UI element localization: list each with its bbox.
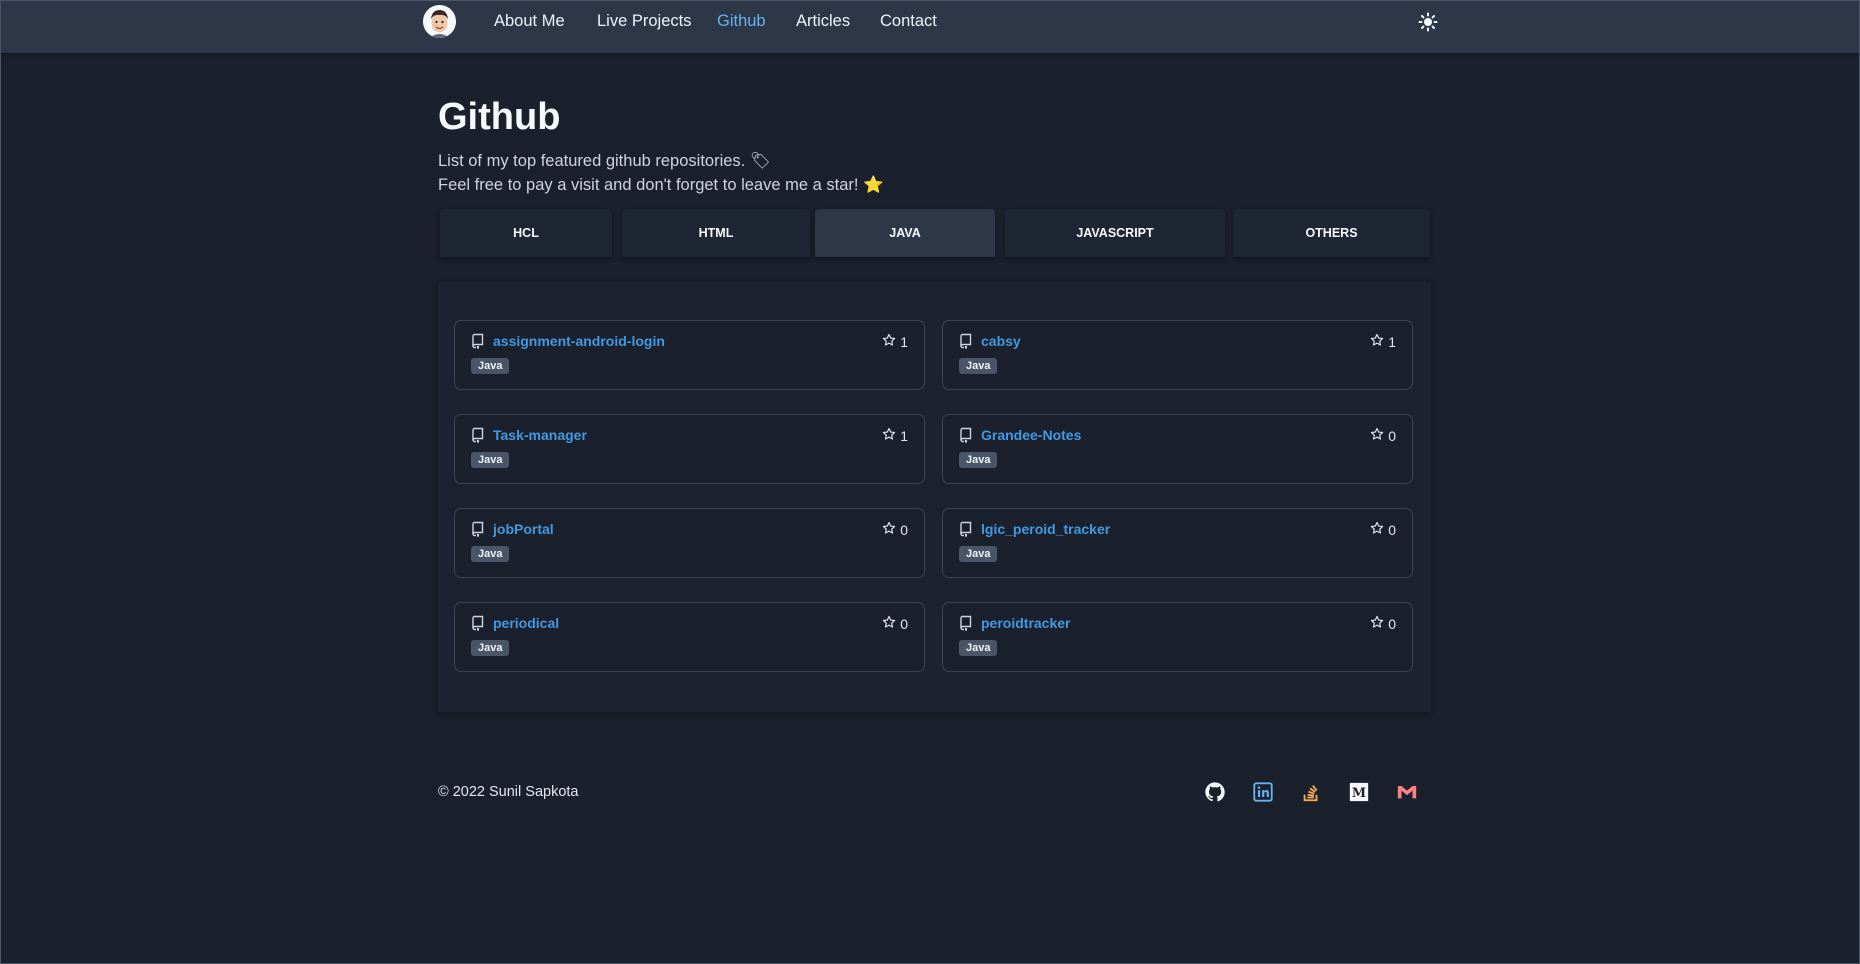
star-icon (882, 615, 896, 632)
repo-stars: 0 (1370, 521, 1396, 538)
star-count: 0 (900, 615, 908, 632)
language-badge: Java (959, 546, 998, 562)
avatar[interactable] (423, 5, 456, 38)
repo-name-link[interactable]: periodical (493, 615, 559, 631)
tab-java[interactable]: JAVA (815, 209, 995, 257)
language-badge: Java (959, 358, 998, 374)
repo-card[interactable]: jobPortal 0 Java (454, 508, 925, 578)
repo-icon (471, 521, 485, 537)
repo-name-link[interactable]: assignment-android-login (493, 333, 665, 349)
github-icon[interactable] (1204, 781, 1226, 803)
nav-github[interactable]: Github (717, 12, 766, 31)
nav-live-projects[interactable]: Live Projects (597, 12, 691, 31)
repo-card[interactable]: periodical 0 Java (454, 602, 925, 672)
star-icon (882, 427, 896, 444)
repo-card[interactable]: cabsy 1 Java (942, 320, 1413, 390)
repo-icon (959, 615, 973, 631)
star-count: 0 (1388, 521, 1396, 538)
repo-stars: 1 (1370, 333, 1396, 350)
repo-name-link[interactable]: lgic_peroid_tracker (981, 521, 1110, 537)
repo-stars: 0 (1370, 615, 1396, 632)
repo-icon (959, 521, 973, 537)
star-count: 0 (1388, 615, 1396, 632)
repo-card[interactable]: peroidtracker 0 Java (942, 602, 1413, 672)
nav-articles[interactable]: Articles (796, 12, 850, 31)
star-icon (882, 521, 896, 538)
star-icon (882, 333, 896, 350)
star-icon (1370, 615, 1384, 632)
repo-name-link[interactable]: Grandee-Notes (981, 427, 1081, 443)
star-count: 1 (1388, 333, 1396, 350)
star-count: 0 (900, 521, 908, 538)
repo-card[interactable]: Grandee-Notes 0 Java (942, 414, 1413, 484)
medium-icon[interactable]: M (1348, 781, 1370, 803)
page-subtitle-line2: Feel free to pay a visit and don't forge… (438, 176, 884, 195)
repo-panel: assignment-android-login 1 Java cabsy 1 Java T… (438, 282, 1431, 712)
repo-icon (959, 333, 973, 349)
stackoverflow-icon[interactable] (1300, 781, 1322, 803)
tab-hcl[interactable]: HCL (440, 209, 612, 257)
repo-card[interactable]: assignment-android-login 1 Java (454, 320, 925, 390)
repo-card[interactable]: lgic_peroid_tracker 0 Java (942, 508, 1413, 578)
repo-name-link[interactable]: peroidtracker (981, 615, 1070, 631)
repo-stars: 0 (882, 521, 908, 538)
nav-contact[interactable]: Contact (880, 12, 937, 31)
copyright-text: © 2022 Sunil Sapkota (438, 784, 579, 800)
repo-icon (471, 333, 485, 349)
language-badge: Java (471, 452, 510, 468)
star-count: 1 (900, 333, 908, 350)
language-badge: Java (959, 452, 998, 468)
nav-about-me[interactable]: About Me (494, 12, 565, 31)
svg-text:M: M (1352, 786, 1366, 801)
star-emoji: ⭐ (863, 176, 884, 194)
star-icon (1370, 427, 1384, 444)
top-navbar: About Me Live Projects Github Articles C… (0, 0, 1860, 53)
tab-others[interactable]: OTHERS (1233, 209, 1430, 257)
tab-html[interactable]: HTML (622, 209, 810, 257)
subtitle-text-2: Feel free to pay a visit and don't forge… (438, 176, 859, 194)
repo-icon (959, 427, 973, 443)
label-emoji: 🏷 (749, 152, 771, 170)
repo-stars: 1 (882, 427, 908, 444)
star-icon (1370, 521, 1384, 538)
repo-stars: 0 (1370, 427, 1396, 444)
page-subtitle-line1: List of my top featured github repositor… (438, 152, 771, 171)
repo-card[interactable]: Task-manager 1 Java (454, 414, 925, 484)
language-badge: Java (959, 640, 998, 656)
star-count: 0 (1388, 427, 1396, 444)
repo-icon (471, 615, 485, 631)
gmail-icon[interactable] (1396, 781, 1418, 803)
star-icon (1370, 333, 1384, 350)
repo-stars: 0 (882, 615, 908, 632)
repo-stars: 1 (882, 333, 908, 350)
subtitle-text-1: List of my top featured github repositor… (438, 152, 746, 170)
language-badge: Java (471, 640, 510, 656)
repo-name-link[interactable]: jobPortal (493, 521, 554, 537)
repo-icon (471, 427, 485, 443)
tab-javascript[interactable]: JAVASCRIPT (1005, 209, 1225, 257)
repo-name-link[interactable]: cabsy (981, 333, 1021, 349)
star-count: 1 (900, 427, 908, 444)
theme-toggle-sun-icon[interactable] (1416, 10, 1440, 34)
language-badge: Java (471, 546, 510, 562)
repo-name-link[interactable]: Task-manager (493, 427, 587, 443)
page-title: Github (438, 96, 561, 138)
linkedin-icon[interactable] (1252, 781, 1274, 803)
language-badge: Java (471, 358, 510, 374)
